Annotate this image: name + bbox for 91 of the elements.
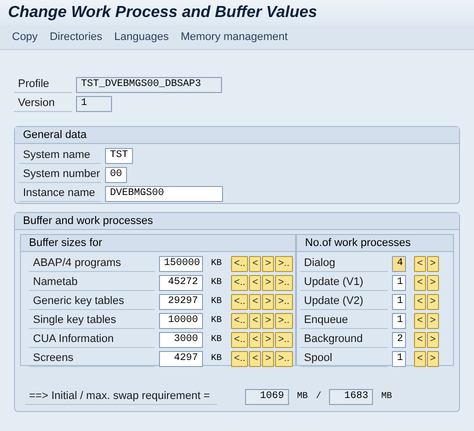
step-button[interactable]: < [249, 350, 262, 366]
step-button[interactable]: >.. [275, 312, 292, 328]
step-button[interactable]: < [249, 312, 262, 328]
field-label: Profile [14, 76, 72, 93]
step-button[interactable]: >.. [275, 350, 292, 366]
input-field[interactable]: 00 [105, 166, 128, 182]
step-button[interactable]: < [414, 294, 426, 310]
field-label: System name [19, 147, 101, 164]
step-button[interactable]: > [262, 294, 274, 310]
panel-title: Buffer and work processes [15, 213, 459, 230]
step-button[interactable]: <.. [231, 350, 248, 366]
step-button[interactable]: <.. [231, 294, 248, 310]
step-button[interactable]: < [249, 294, 262, 310]
step-button[interactable]: <.. [231, 274, 248, 290]
unit-label: KB [210, 256, 223, 270]
field-label: Single key tables [29, 312, 155, 329]
input-field[interactable]: 3000 [159, 332, 203, 348]
unit-label: MB [297, 390, 308, 403]
menu-item[interactable]: Languages [114, 28, 169, 46]
field-label: Update (V2) [300, 293, 388, 310]
field-label: Version [14, 95, 72, 112]
input-field[interactable]: 1 [392, 294, 406, 310]
separator-text: / [316, 390, 322, 403]
input-field[interactable]: 150000 [159, 256, 203, 272]
step-button[interactable]: < [249, 332, 262, 348]
field-label: ABAP/4 programs [29, 255, 155, 272]
input-field[interactable]: 1683 [329, 388, 374, 404]
input-field[interactable]: 45272 [159, 274, 203, 290]
panel-title: General data [15, 127, 459, 144]
step-button[interactable]: < [414, 332, 426, 348]
field-label: Background [300, 331, 388, 348]
input-field[interactable]: 1 [392, 312, 406, 328]
field-label: System number [19, 166, 101, 183]
step-button[interactable]: < [249, 256, 262, 272]
step-button[interactable]: > [426, 274, 439, 290]
step-button[interactable]: > [426, 332, 439, 348]
step-button[interactable]: > [262, 256, 274, 272]
field-label: Dialog [300, 255, 388, 272]
input-field[interactable]: 10000 [159, 312, 203, 328]
field-label: Update (V1) [300, 274, 388, 291]
input-field[interactable]: 1069 [245, 388, 289, 404]
field-label: ==> Initial / max. swap requirement = [25, 388, 217, 405]
menu-item[interactable]: Memory management [180, 28, 288, 46]
field-label: CUA Information [29, 331, 155, 348]
input-field[interactable]: 4 [392, 256, 406, 272]
unit-label: KB [210, 314, 223, 327]
input-field[interactable]: 1 [76, 96, 112, 112]
step-button[interactable]: >.. [275, 294, 292, 310]
field-label: Enqueue [300, 312, 388, 329]
input-field[interactable]: 29297 [159, 294, 203, 310]
input-field[interactable]: TST_DVEBMGS00_DBSAP3 [76, 76, 222, 92]
input-field[interactable]: DVEBMGS00 [105, 186, 223, 202]
input-field[interactable]: 4297 [159, 350, 203, 366]
field-label: Screens [29, 350, 155, 367]
step-button[interactable]: <.. [231, 312, 248, 328]
step-button[interactable]: >.. [275, 332, 292, 348]
step-button[interactable]: < [249, 274, 262, 290]
unit-label: KB [210, 276, 223, 289]
field-label: Spool [300, 350, 388, 367]
field-label: Instance name [19, 185, 101, 202]
input-field[interactable]: 2 [392, 332, 406, 348]
unit-label: MB [381, 390, 392, 403]
step-button[interactable]: > [426, 294, 439, 310]
unit-label: KB [210, 352, 223, 365]
step-button[interactable]: > [426, 350, 439, 366]
field-label: Nametab [29, 274, 155, 291]
step-button[interactable]: >.. [275, 274, 292, 290]
window-title: Change Work Process and Buffer Values [8, 2, 318, 22]
step-button[interactable]: > [426, 256, 439, 272]
step-button[interactable]: > [426, 312, 439, 328]
step-button[interactable]: <.. [231, 256, 248, 272]
input-field[interactable]: 1 [392, 350, 406, 366]
step-button[interactable]: < [414, 274, 426, 290]
step-button[interactable]: >.. [275, 256, 292, 272]
step-button[interactable]: < [414, 350, 426, 366]
step-button[interactable]: > [262, 274, 274, 290]
panel-title: Buffer sizes for [21, 235, 295, 252]
step-button[interactable]: > [262, 350, 274, 366]
step-button[interactable]: > [262, 312, 274, 328]
input-field[interactable]: TST [105, 148, 134, 164]
step-button[interactable]: < [414, 312, 426, 328]
field-label: Generic key tables [29, 293, 155, 310]
step-button[interactable]: > [262, 332, 274, 348]
step-button[interactable]: < [414, 256, 426, 272]
step-button[interactable]: <.. [231, 332, 248, 348]
unit-label: KB [210, 332, 223, 346]
unit-label: KB [210, 294, 223, 308]
menu-item[interactable]: Directories [50, 28, 102, 46]
input-field[interactable]: 1 [392, 274, 406, 290]
panel-title: No.of work processes [297, 235, 453, 252]
menu-item[interactable]: Copy [12, 28, 38, 46]
